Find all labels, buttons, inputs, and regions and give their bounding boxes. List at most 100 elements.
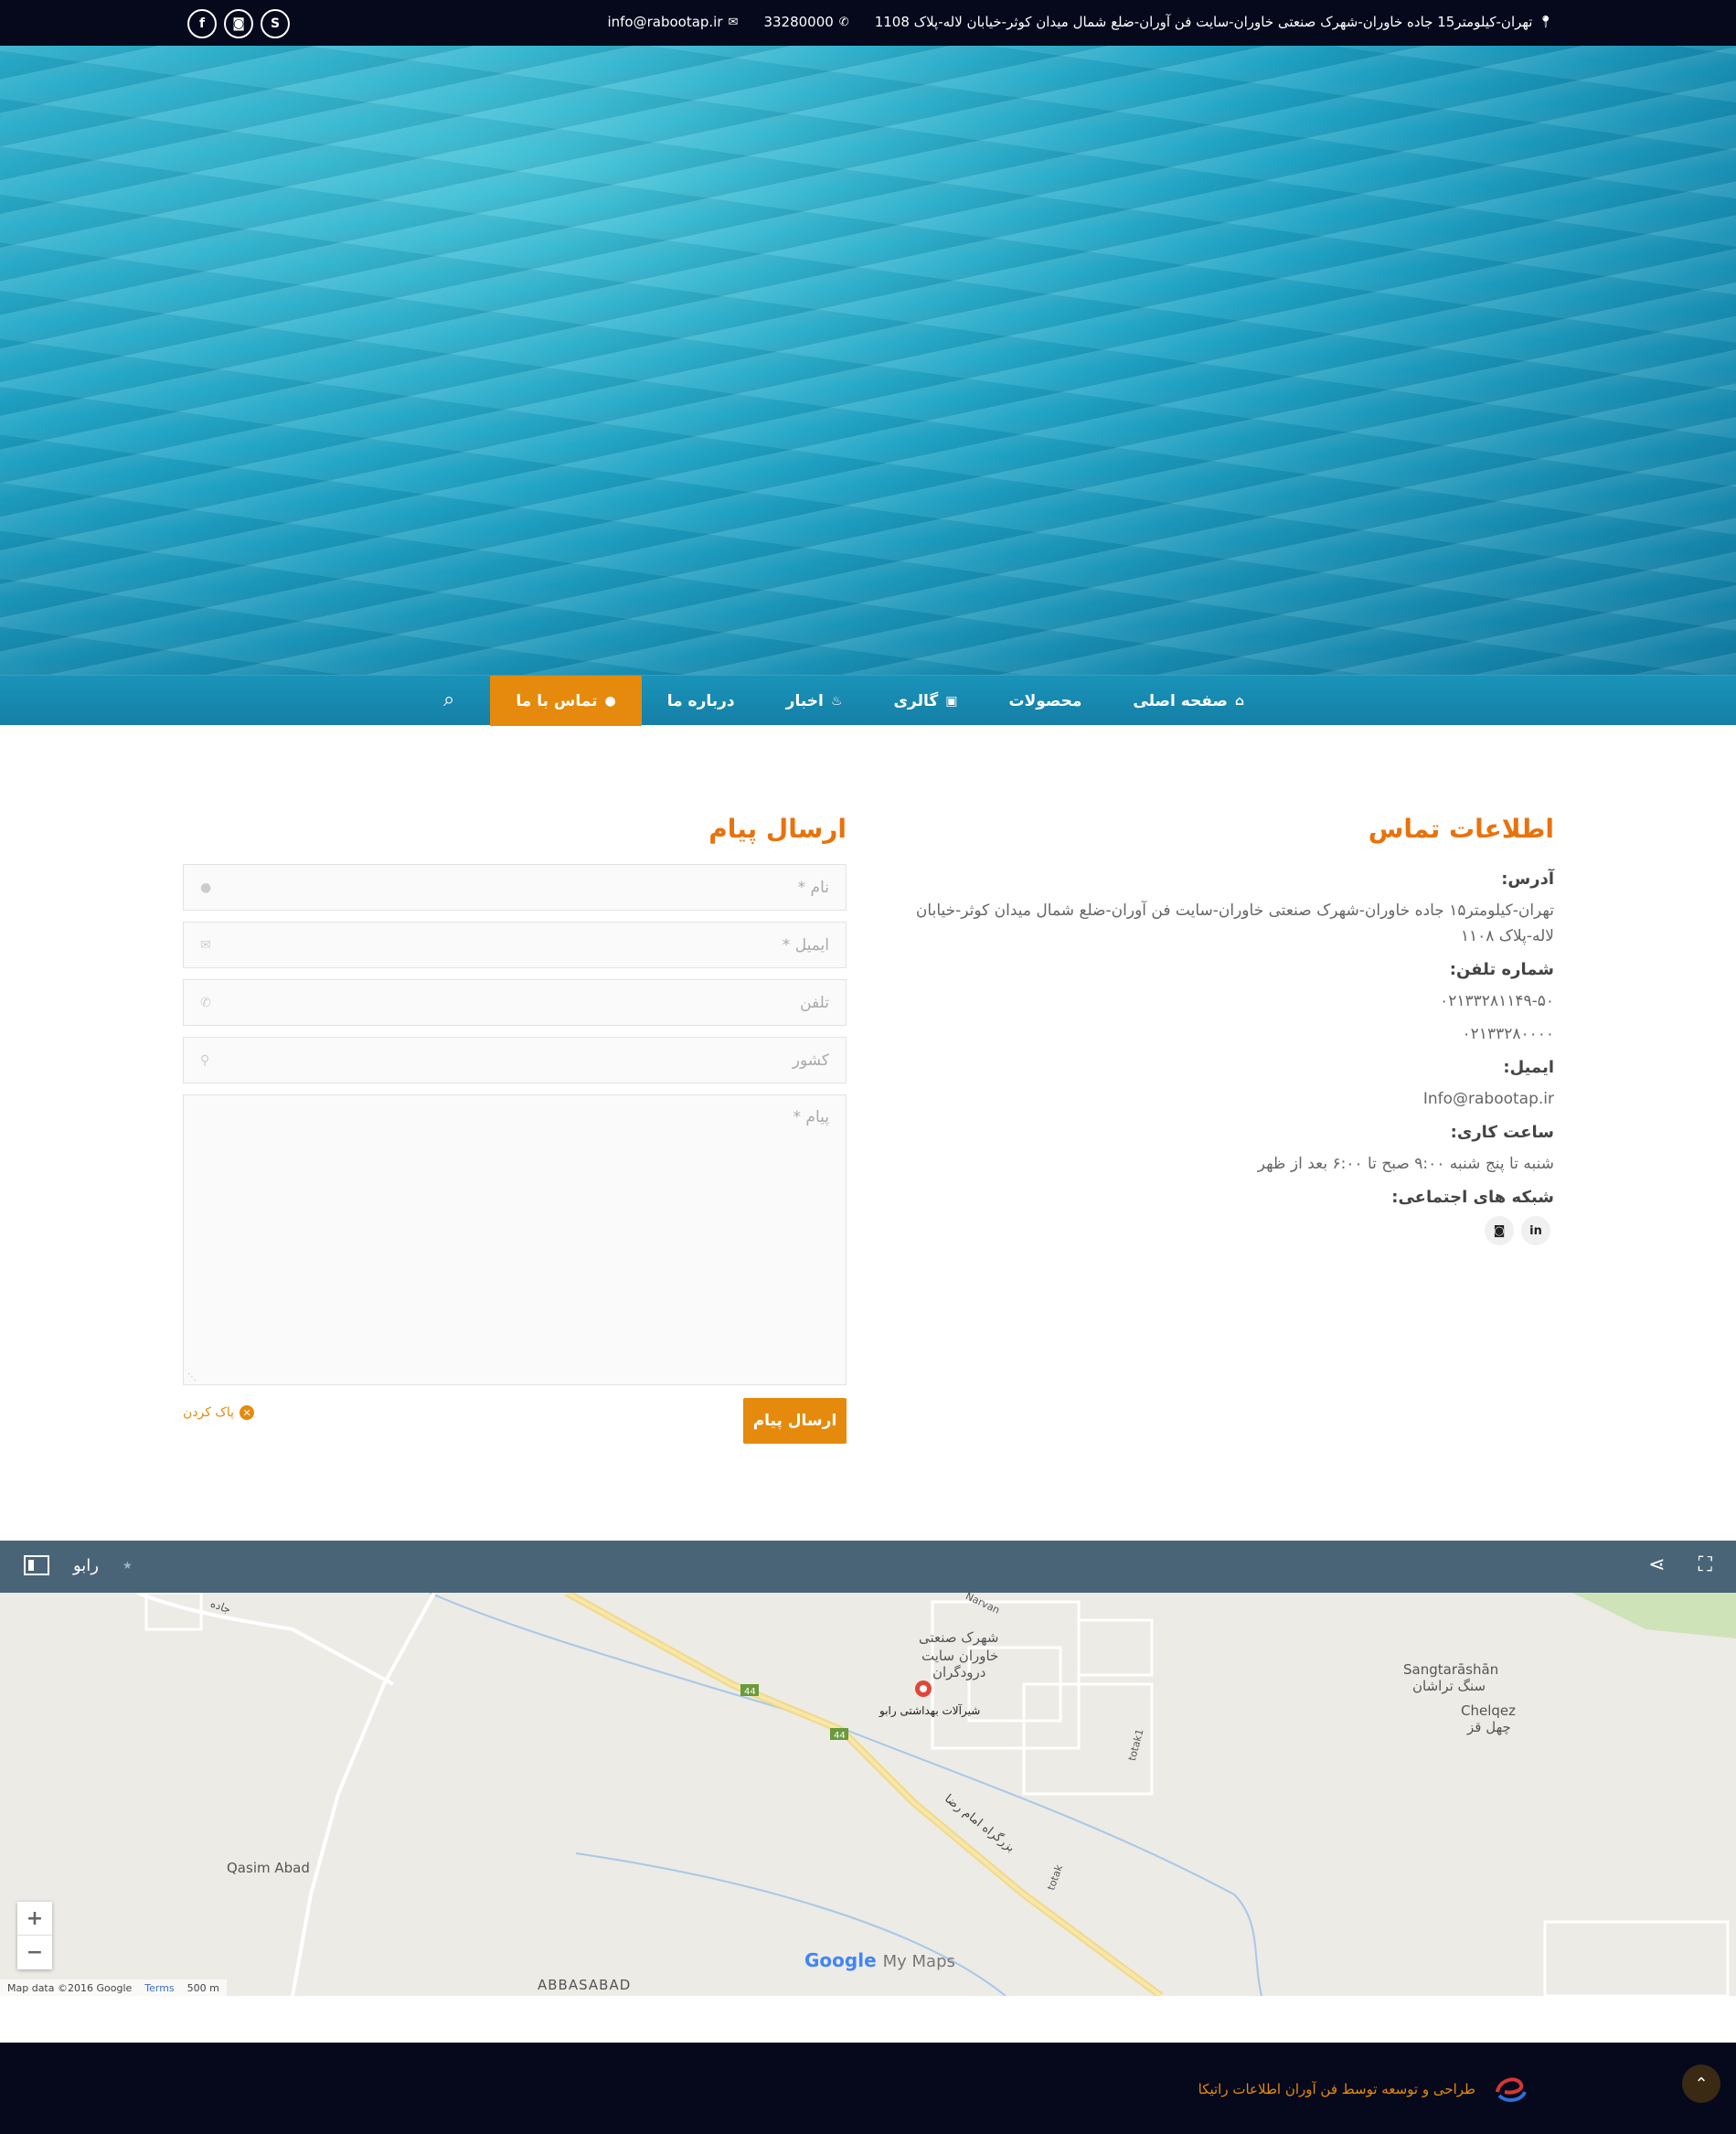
- map-label-industrial: شهرک صنعتی: [919, 1629, 999, 1646]
- instagram-icon[interactable]: ◙: [1485, 1216, 1514, 1245]
- top-social-links: f ◙ S: [187, 9, 290, 38]
- email-label: ایمیل:: [1503, 1058, 1554, 1077]
- my-maps-text: My Maps: [882, 1952, 955, 1971]
- contact-info-title: اطلاعات تماس: [1368, 814, 1554, 844]
- location-pin-icon: 📍︎: [1538, 15, 1553, 29]
- message-field[interactable]: پیام * ⋰: [183, 1094, 847, 1385]
- map-label-company[interactable]: شیرآلات بهداشتی رابو: [879, 1704, 980, 1717]
- email-value[interactable]: Info@rabootap.ir: [905, 1086, 1554, 1112]
- top-bar: f ◙ S 📍︎ تهران-کیلومتر15 جاده خاوران-شهر…: [0, 0, 1736, 46]
- nav-news[interactable]: ♨ اخبار: [761, 676, 868, 726]
- address-label: آدرس:: [1501, 870, 1554, 889]
- close-icon: ✕: [240, 1405, 255, 1420]
- submit-button[interactable]: ارسال پیام: [743, 1398, 847, 1444]
- country-placeholder: کشور: [792, 1051, 829, 1070]
- phone-value-1: ۰۲۱۳۳۲۸۱۱۴۹-۵۰: [1440, 992, 1554, 1010]
- resize-handle-icon[interactable]: ⋰: [187, 1372, 197, 1382]
- social-links: in ◙: [905, 1216, 1554, 1245]
- location-pin-icon: ⚲: [200, 1052, 210, 1068]
- road-44-label: 44: [744, 1687, 756, 1697]
- map-label-chelqez-fa: چهل قز: [1467, 1719, 1511, 1735]
- map-road-2: [136, 1593, 394, 1686]
- road-44-label-2: 44: [834, 1731, 846, 1741]
- map-river-2: [575, 1852, 1006, 1996]
- share-icon[interactable]: ⋖: [1648, 1553, 1665, 1576]
- embedded-map[interactable]: 44 44 شهرک صنعتی خاوران سایت درودگران شی…: [0, 1593, 1736, 1996]
- clear-label: پاک کردن: [183, 1405, 235, 1420]
- top-address: تهران-کیلومتر15 جاده خاوران-شهرک صنعتی خ…: [874, 14, 1533, 30]
- map-title: رابو: [73, 1555, 100, 1575]
- zoom-in-button[interactable]: +: [17, 1902, 52, 1936]
- social-label: شبکه های اجتماعی:: [1391, 1188, 1554, 1207]
- instagram-icon[interactable]: ◙: [224, 9, 253, 38]
- country-field[interactable]: کشور ⚲: [183, 1037, 847, 1083]
- home-icon: ⌂: [1234, 693, 1244, 709]
- nav-about-label: درباره ما: [666, 691, 735, 710]
- facebook-icon[interactable]: f: [187, 9, 217, 38]
- top-phone: 33280000: [763, 14, 834, 30]
- phone-placeholder: تلفن: [800, 993, 829, 1012]
- nav-home-label: صفحه اصلی: [1133, 691, 1228, 710]
- contact-strip: 📍︎ تهران-کیلومتر15 جاده خاوران-شهرک صنعت…: [607, 14, 1553, 30]
- hero-water-banner: [0, 46, 1736, 675]
- star-icon[interactable]: ★: [122, 1559, 133, 1572]
- map-label-sangtarashan-en: Sangtarāshān: [1403, 1661, 1499, 1678]
- phone-icon: ✆: [838, 15, 849, 29]
- user-icon: ●: [604, 693, 616, 709]
- map-canvas: 44 44: [136, 1593, 1736, 1996]
- footer: طراحی و توسعه توسط فن آوران اطلاعات راتی…: [0, 2043, 1736, 2134]
- nav-contact-label: تماس با ما: [516, 691, 598, 710]
- map-park-area: [1572, 1593, 1736, 1638]
- phone-value-2: ۰۲۱۳۳۲۸۰۰۰۰: [1462, 1025, 1554, 1043]
- contact-form: ارسال پیام نام * ● ایمیل * ✉ تلفن ✆ کشور…: [183, 814, 847, 1453]
- envelope-icon: ✉: [200, 937, 211, 953]
- map-label-qasim: Qasim Abad: [227, 1860, 310, 1876]
- map-label-chelqez-en: Chelqez: [1461, 1702, 1516, 1719]
- message-placeholder: پیام *: [793, 1108, 829, 1126]
- user-icon: ●: [200, 880, 212, 895]
- fullscreen-icon[interactable]: ⛶: [1699, 1553, 1712, 1576]
- hours-value: شنبه تا پنج شنبه ۹:۰۰ صبح تا ۶:۰۰ بعد از…: [1257, 1155, 1554, 1173]
- phone-field[interactable]: تلفن ✆: [183, 979, 847, 1026]
- name-placeholder: نام *: [797, 878, 829, 897]
- google-logo-text: Google: [804, 1949, 877, 1971]
- linkedin-icon[interactable]: in: [1521, 1216, 1550, 1245]
- search-icon[interactable]: ⌕: [443, 688, 454, 711]
- map-scale: 500 m: [186, 1981, 219, 1994]
- zoom-out-button[interactable]: −: [17, 1936, 52, 1969]
- map-label-khavaran: خاوران سایت: [921, 1648, 999, 1664]
- back-to-top-button[interactable]: ⌃: [1682, 2065, 1720, 2103]
- map-header: رابو ★ ⋖ ⛶: [0, 1541, 1736, 1593]
- map-data-text: Map data ©2016 Google: [7, 1981, 133, 1994]
- news-icon: ♨: [830, 693, 843, 709]
- skype-icon[interactable]: S: [261, 9, 290, 38]
- phone-label: شماره تلفن:: [1449, 960, 1554, 979]
- nav-about[interactable]: درباره ما: [642, 676, 761, 726]
- map-terms-link[interactable]: Terms: [144, 1982, 174, 1994]
- name-field[interactable]: نام * ●: [183, 864, 847, 911]
- map-label-sangtarashan-fa: سنگ تراشان: [1412, 1678, 1486, 1694]
- footer-logo: [1496, 2077, 1527, 2102]
- clear-button[interactable]: ✕ پاک کردن: [183, 1405, 255, 1420]
- sidebar-toggle-icon[interactable]: [24, 1555, 49, 1575]
- top-email[interactable]: info@rabootap.ir: [607, 14, 722, 30]
- email-field[interactable]: ایمیل * ✉: [183, 922, 847, 968]
- nav-home[interactable]: ⌂ صفحه اصلی: [1107, 676, 1270, 726]
- main-nav: ⌂ صفحه اصلی محصولات ▣ گالری ♨ اخبار دربا…: [0, 675, 1736, 726]
- map-zoom-controls: + −: [17, 1902, 52, 1969]
- nav-gallery[interactable]: ▣ گالری: [868, 676, 983, 726]
- envelope-icon: ✉: [728, 15, 739, 29]
- form-title: ارسال پیام: [708, 814, 847, 844]
- nav-gallery-label: گالری: [893, 691, 939, 710]
- email-item[interactable]: ✉ info@rabootap.ir: [607, 14, 738, 30]
- contact-info-section: اطلاعات تماس آدرس: تهران-کیلومتر۱۵ جاده …: [905, 814, 1554, 1245]
- footer-credit[interactable]: طراحی و توسعه توسط فن آوران اطلاعات راتی…: [1198, 2081, 1475, 2097]
- map-attribution: Map data ©2016 Google Terms 500 m: [0, 1979, 227, 1996]
- phone-item: ✆ 33280000: [763, 14, 848, 30]
- address-item: 📍︎ تهران-کیلومتر15 جاده خاوران-شهرک صنعت…: [875, 14, 1553, 30]
- nav-news-label: اخبار: [785, 691, 824, 710]
- camera-icon: ▣: [945, 693, 958, 709]
- google-my-maps-logo: Google My Maps: [804, 1949, 955, 1971]
- nav-products[interactable]: محصولات: [983, 676, 1107, 726]
- nav-contact[interactable]: ● تماس با ما: [490, 676, 642, 726]
